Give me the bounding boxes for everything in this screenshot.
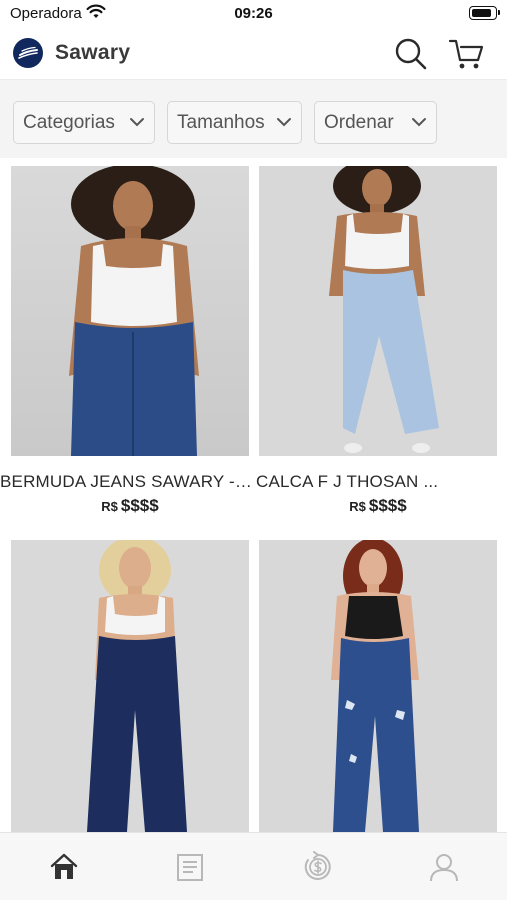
product-image[interactable] [259, 166, 497, 456]
filter-label: Ordenar [324, 111, 394, 133]
tab-orders[interactable] [170, 847, 210, 887]
product-price: R$ $$$$ [101, 496, 159, 515]
chevron-down-icon [130, 118, 144, 127]
clock: 09:26 [234, 5, 273, 22]
home-icon [50, 853, 78, 879]
app-header: Sawary [0, 28, 507, 80]
filter-ordenar[interactable]: Ordenar [314, 101, 437, 144]
chevron-down-icon [412, 118, 426, 127]
product-name[interactable]: CALCA F J THOSAN ... [256, 472, 446, 492]
search-button[interactable] [393, 36, 429, 72]
product-grid: BERMUDA JEANS SAWARY - ... R$ $$$$ CALCA … [0, 158, 507, 832]
orders-icon [177, 854, 203, 881]
wallet-icon [304, 851, 331, 880]
status-bar: Operadora 09:26 [0, 0, 507, 28]
product-image[interactable] [259, 540, 497, 832]
tab-home[interactable] [44, 847, 84, 887]
product-image[interactable] [11, 540, 249, 832]
brand-name: Sawary [55, 41, 131, 64]
cart-icon [448, 39, 484, 69]
tab-bar [0, 832, 507, 900]
chevron-down-icon [277, 118, 291, 127]
filter-tamanhos[interactable]: Tamanhos [167, 101, 302, 144]
product-image[interactable] [11, 166, 249, 456]
cart-button[interactable] [448, 36, 486, 72]
tab-profile[interactable] [424, 847, 464, 887]
product-name[interactable]: BERMUDA JEANS SAWARY - ... [0, 472, 252, 492]
search-icon [395, 38, 427, 70]
profile-icon [430, 854, 458, 882]
product-price: R$ $$$$ [349, 496, 407, 515]
battery-icon [469, 6, 500, 20]
brand-logo-icon[interactable] [13, 38, 43, 68]
filter-label: Tamanhos [177, 111, 265, 133]
tab-wallet[interactable] [298, 847, 338, 887]
filter-categorias[interactable]: Categorias [13, 101, 155, 144]
filter-bar: Categorias Tamanhos Ordenar [0, 80, 507, 158]
filter-label: Categorias [23, 111, 115, 133]
